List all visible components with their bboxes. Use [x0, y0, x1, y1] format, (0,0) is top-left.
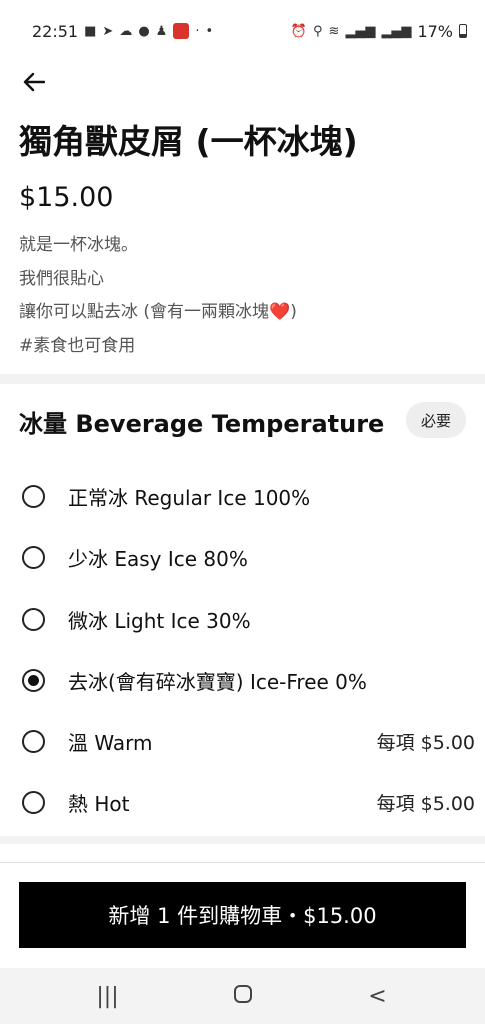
- recents-button[interactable]: |||: [88, 984, 128, 1009]
- telegram-icon: ➤: [102, 23, 114, 39]
- option-label: 去冰(會有碎冰寶寶) Ice-Free 0%: [68, 669, 367, 694]
- status-right: ⏰ ⚲ ≋ ▂▄▆ ▂▄▆ 17%: [291, 22, 467, 41]
- cloud-icon: ☁: [119, 23, 133, 39]
- status-left: 22:51 ■ ➤ ☁ ● ♟ · •: [32, 22, 213, 41]
- required-badge: 必要: [406, 402, 466, 438]
- uniqlo-icon: [173, 23, 190, 39]
- wifi-icon: ≋: [328, 23, 340, 39]
- system-nav-bar: ||| <: [0, 968, 485, 1024]
- alarm-icon: ⏰: [290, 23, 307, 39]
- option-label: 溫 Warm: [68, 730, 153, 755]
- battery-percent: 17%: [417, 21, 453, 41]
- option-price: 每項 $5.00: [376, 731, 475, 754]
- option-regular-ice[interactable]: 正常冰 Regular Ice 100%: [0, 470, 485, 522]
- app-icon: ♟: [155, 23, 168, 39]
- status-bar: 22:51 ■ ➤ ☁ ● ♟ · • ⏰ ⚲ ≋ ▂▄▆ ▂▄▆ 17%: [0, 0, 485, 62]
- option-label: 熱 Hot: [68, 791, 130, 816]
- description-text: 讓你可以點去冰 (會有一兩顆冰塊: [19, 302, 270, 322]
- section-divider: [0, 374, 485, 384]
- description-line: 讓你可以點去冰 (會有一兩顆冰塊❤️): [19, 296, 469, 330]
- battery-icon: [459, 24, 467, 38]
- description-line: #素食也可食用: [19, 335, 136, 356]
- back-button[interactable]: [18, 66, 50, 98]
- option-easy-ice[interactable]: 少冰 Easy Ice 80%: [0, 531, 485, 583]
- system-back-button[interactable]: <: [358, 984, 398, 1009]
- radio-button[interactable]: [22, 729, 45, 753]
- heart-icon: ❤️: [269, 302, 291, 322]
- radio-button[interactable]: [22, 607, 45, 631]
- location-icon: ⚲: [313, 23, 323, 39]
- footer-divider: [0, 862, 485, 863]
- account-icon: ●: [138, 23, 150, 39]
- option-hot[interactable]: 熱 Hot 每項 $5.00: [0, 776, 485, 828]
- home-button[interactable]: [223, 984, 263, 1009]
- message-icon: ■: [84, 23, 97, 39]
- option-light-ice[interactable]: 微冰 Light Ice 30%: [0, 593, 485, 645]
- option-label: 正常冰 Regular Ice 100%: [68, 485, 311, 510]
- option-warm[interactable]: 溫 Warm 每項 $5.00: [0, 715, 485, 767]
- options-section-title: 冰量 Beverage Temperature: [19, 410, 385, 438]
- small-app-icon: ·: [195, 23, 200, 39]
- option-price: 每項 $5.00: [376, 792, 475, 815]
- radio-button[interactable]: [22, 484, 45, 508]
- description-line: 我們很貼心: [19, 268, 104, 289]
- product-price: $15.00: [19, 182, 114, 213]
- home-icon: [233, 984, 252, 1003]
- dot-icon: •: [205, 23, 214, 39]
- product-page: 22:51 ■ ➤ ☁ ● ♟ · • ⏰ ⚲ ≋ ▂▄▆ ▂▄▆ 17% 獨角…: [0, 0, 485, 1024]
- signal-icon: ▂▄▆: [345, 23, 376, 39]
- radio-button-selected[interactable]: [22, 668, 45, 692]
- description-line: 就是一杯冰塊。: [19, 235, 138, 255]
- add-to-cart-button[interactable]: 新增 1 件到購物車・$15.00: [19, 882, 466, 948]
- product-description: 就是一杯冰塊。 我們很貼心 讓你可以點去冰 (會有一兩顆冰塊❤️) #素食也可食…: [19, 229, 469, 363]
- option-ice-free[interactable]: 去冰(會有碎冰寶寶) Ice-Free 0%: [0, 654, 485, 706]
- arrow-left-icon: [23, 72, 45, 92]
- radio-button[interactable]: [22, 790, 45, 814]
- radio-button[interactable]: [22, 545, 45, 569]
- option-label: 少冰 Easy Ice 80%: [68, 546, 248, 571]
- closing-paren: ): [290, 302, 297, 322]
- status-time: 22:51: [32, 21, 79, 41]
- signal-icon-2: ▂▄▆: [381, 23, 412, 39]
- product-title: 獨角獸皮屑 (一杯冰塊): [19, 122, 358, 161]
- option-label: 微冰 Light Ice 30%: [68, 608, 251, 633]
- section-divider: [0, 836, 485, 844]
